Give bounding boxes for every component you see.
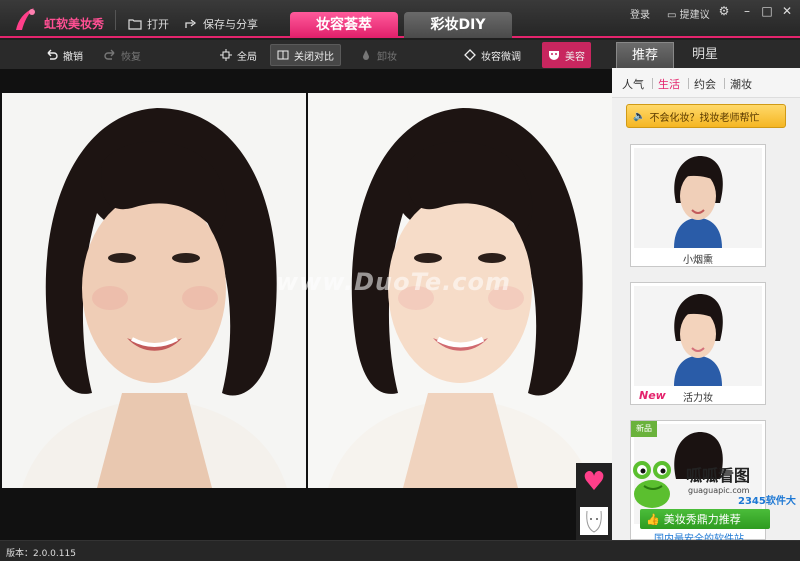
login-link[interactable]: 登录	[630, 6, 650, 21]
diamond-icon	[464, 49, 476, 61]
version-label: 版本：2.0.0.115	[6, 549, 76, 559]
close-icon[interactable]: ✕	[780, 4, 794, 18]
edit-toolbar: 撤销 恢复 全局 关闭对比 卸妆 妆容微调 美容	[0, 40, 612, 70]
look-card[interactable]: New 活力妆	[630, 282, 766, 405]
new-tag: 新品	[631, 421, 657, 437]
open-label: 打开	[147, 18, 169, 31]
title-bar: 虹软美妆秀 打开 保存与分享 妆容荟萃 彩妆DIY 登录 ▭ 提建议 ⚙ – □…	[0, 0, 800, 38]
portrait-before-image	[2, 93, 307, 488]
help-label: 不会化妆？找妆老师帮忙	[649, 112, 760, 124]
look-name: 小烟熏	[683, 255, 713, 266]
adjust-makeup-button[interactable]: 妆容微调	[464, 46, 521, 64]
remove-makeup-button[interactable]: 卸妆	[360, 46, 397, 64]
fit-icon	[220, 49, 232, 61]
undo-button[interactable]: 撤销	[46, 46, 83, 64]
save-share-button[interactable]: 保存与分享	[184, 16, 258, 32]
suggest-label: 提建议	[679, 10, 710, 21]
redo-label: 恢复	[121, 51, 141, 63]
tab-celebrity[interactable]: 明星	[676, 42, 734, 68]
divider	[115, 10, 116, 30]
thumbs-up-icon: 👍	[646, 512, 660, 526]
redo-icon	[104, 49, 115, 60]
mask-icon	[549, 51, 559, 60]
suggest-link[interactable]: ▭ 提建议	[667, 6, 710, 21]
remove-makeup-label: 卸妆	[377, 51, 397, 63]
subtab-popular[interactable]: 人气	[622, 76, 644, 92]
redo-button[interactable]: 恢复	[104, 46, 141, 64]
category-tabs: 人气 生活 约会 潮妆	[612, 68, 800, 98]
recommend-label: 美妆秀鼎力推荐	[663, 513, 741, 526]
photo-before	[2, 93, 307, 488]
panel-tabs: 推荐 明星	[612, 40, 800, 68]
app-logo-icon	[16, 8, 35, 30]
tab-makeup-collection[interactable]: 妆容荟萃	[290, 12, 398, 38]
divider	[652, 78, 653, 89]
watermark-text: www.DuoTe.com	[276, 268, 511, 296]
look-thumbnail	[634, 286, 762, 386]
tab-makeup-diy[interactable]: 彩妆DIY	[404, 12, 512, 38]
undo-label: 撤销	[63, 51, 83, 63]
share-icon	[185, 19, 197, 28]
drop-icon	[363, 50, 369, 60]
compare-icon	[277, 50, 289, 60]
speaker-icon: 🔈	[633, 110, 646, 122]
minimize-icon[interactable]: –	[740, 4, 754, 18]
adjust-makeup-label: 妆容微调	[481, 51, 521, 63]
open-button[interactable]: 打开	[128, 16, 169, 32]
divider	[688, 78, 689, 89]
compare-label: 关闭对比	[294, 51, 334, 63]
floating-tools: ♥	[576, 463, 612, 540]
fit-label: 全局	[237, 51, 257, 63]
status-bar: 版本：2.0.0.115	[0, 540, 800, 561]
tab-recommend[interactable]: 推荐	[616, 42, 674, 68]
maximize-icon[interactable]: □	[760, 4, 774, 18]
undo-icon	[47, 49, 58, 60]
heart-icon[interactable]: ♥	[580, 469, 608, 495]
subtab-date[interactable]: 约会	[694, 76, 716, 92]
gear-icon[interactable]: ⚙	[717, 4, 731, 18]
look-card[interactable]: 小烟熏	[630, 144, 766, 267]
subtab-trend[interactable]: 潮妆	[730, 76, 752, 92]
watermark-site-title: 呱呱看图	[686, 466, 751, 485]
divider	[724, 78, 725, 89]
frog-mascot-icon	[633, 461, 671, 508]
look-thumbnail	[634, 148, 762, 248]
subtab-life[interactable]: 生活	[658, 76, 680, 92]
save-share-label: 保存与分享	[203, 18, 258, 31]
face-thumbnail-button[interactable]	[580, 507, 608, 535]
makeup-help-button[interactable]: 🔈 不会化妆？找妆老师帮忙	[626, 104, 786, 128]
comment-icon: ▭	[667, 10, 677, 21]
folder-icon	[128, 19, 142, 30]
compare-toggle-button[interactable]: 关闭对比	[270, 44, 341, 66]
look-name: 活力妆	[683, 393, 713, 404]
recommend-button[interactable]: 👍 美妆秀鼎力推荐	[640, 509, 770, 529]
app-title: 虹软美妆秀	[44, 17, 105, 31]
beauty-button[interactable]: 美容	[542, 42, 591, 68]
photo-canvas[interactable]: www.DuoTe.com ♥	[0, 70, 613, 540]
beauty-label: 美容	[565, 51, 585, 63]
face-outline-icon	[586, 510, 602, 533]
fit-view-button[interactable]: 全局	[220, 46, 257, 64]
